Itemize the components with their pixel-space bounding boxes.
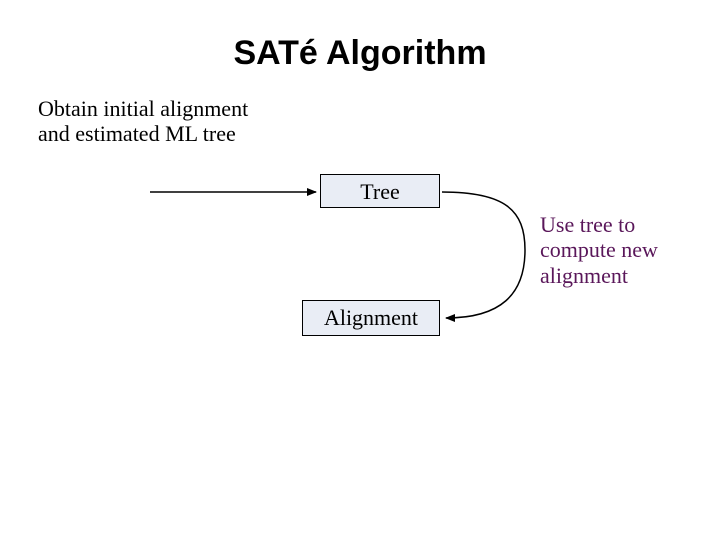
- arrow-tree-to-alignment: [442, 192, 525, 318]
- page-title: SATé Algorithm: [0, 34, 720, 73]
- node-tree: Tree: [320, 174, 440, 208]
- diagram-stage: SATé Algorithm Obtain initial alignmenta…: [0, 0, 720, 540]
- node-alignment: Alignment: [302, 300, 440, 336]
- use-tree-text: Use tree tocompute newalignment: [540, 212, 700, 288]
- step-initial-text: Obtain initial alignmentand estimated ML…: [38, 96, 298, 147]
